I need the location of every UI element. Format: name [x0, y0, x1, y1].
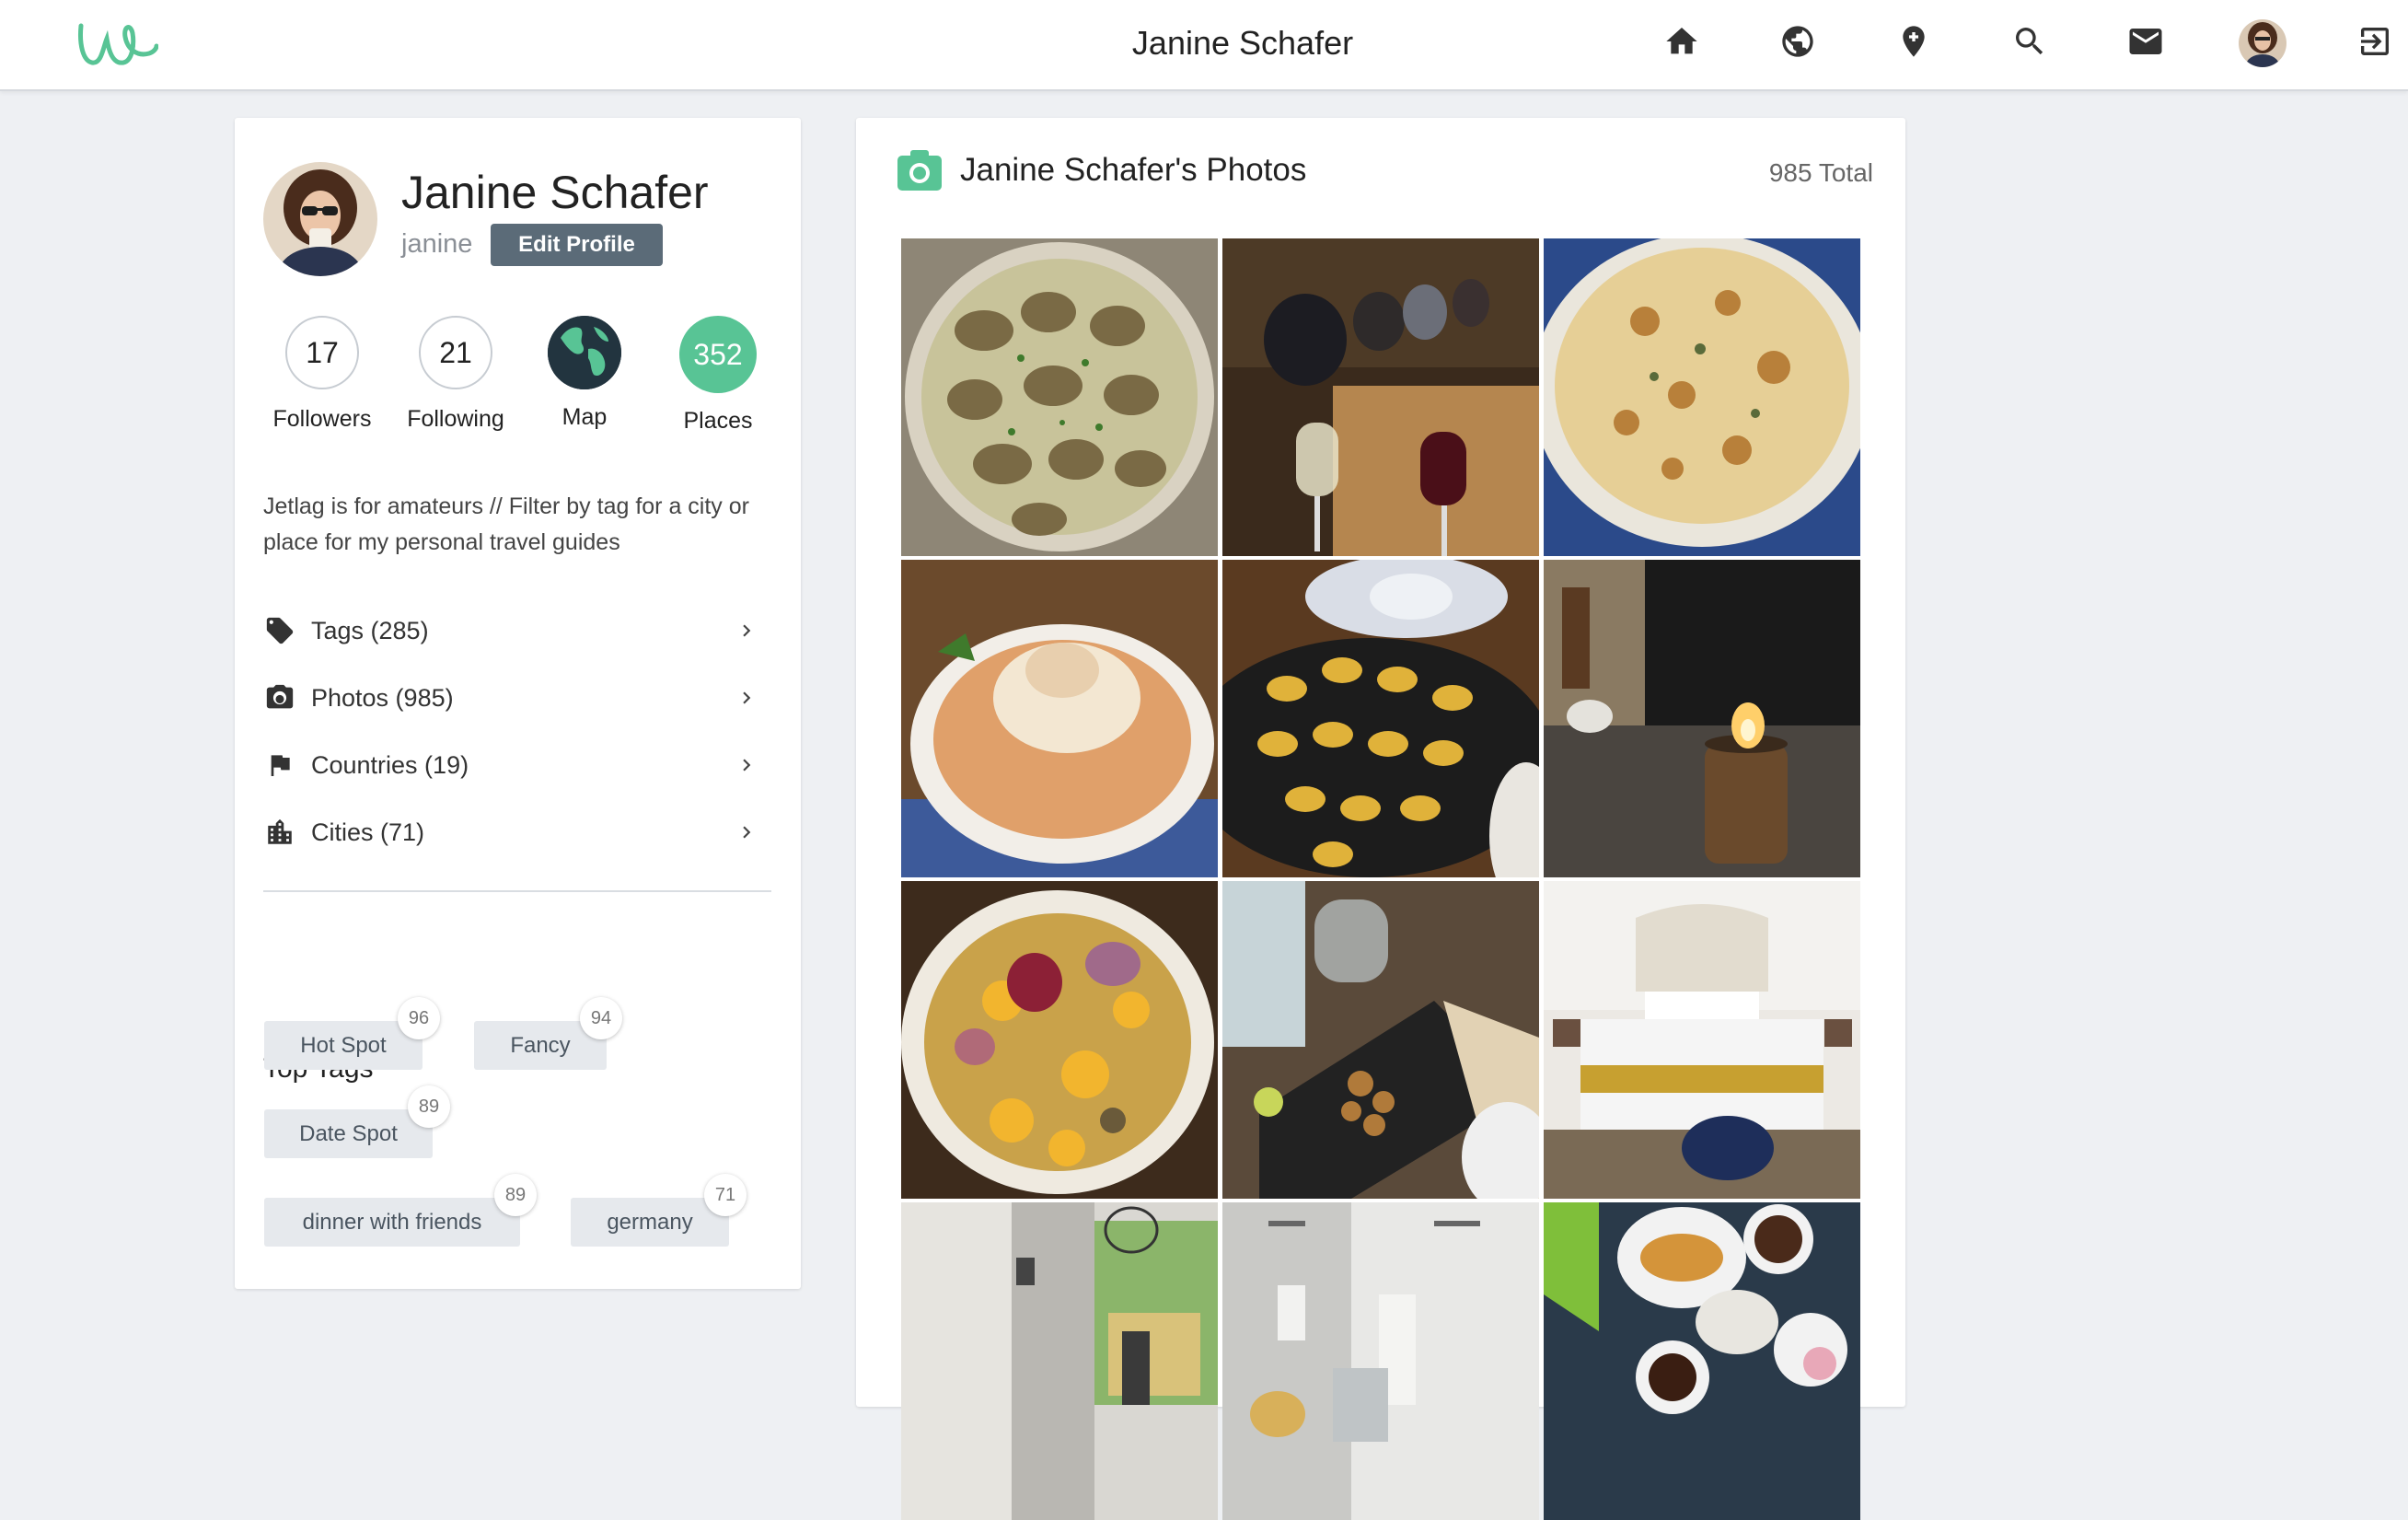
- menu-item-photos[interactable]: Photos (985): [263, 675, 760, 721]
- map-pin-icon[interactable]: [1893, 20, 1935, 63]
- following-count[interactable]: 21: [419, 316, 492, 389]
- places-label: Places: [683, 408, 753, 434]
- tag-chip-hot-spot[interactable]: Hot Spot: [264, 1021, 423, 1070]
- home-icon[interactable]: [1661, 20, 1703, 63]
- photo-thumbnail-breakfast[interactable]: [1544, 1202, 1860, 1520]
- globe-map-icon[interactable]: [548, 316, 621, 389]
- profile-bio: Jetlag is for amateurs // Filter by tag …: [263, 493, 749, 555]
- photo-thumbnail-room-window[interactable]: [901, 1202, 1218, 1520]
- following-stat[interactable]: 21 Following: [387, 316, 525, 433]
- photo-thumbnail-dumplings[interactable]: [901, 238, 1218, 556]
- followers-label: Followers: [272, 406, 372, 432]
- tag-chip-date-spot[interactable]: Date Spot: [264, 1109, 433, 1158]
- avatar[interactable]: [2239, 19, 2286, 67]
- photo-thumbnail-casserole[interactable]: [1544, 238, 1860, 556]
- photo-thumbnail-calamari[interactable]: [1222, 881, 1539, 1199]
- logout-icon[interactable]: [2354, 20, 2396, 63]
- tag-count-badge: 96: [398, 997, 440, 1039]
- flag-icon: [263, 748, 296, 782]
- chevron-right-icon: [733, 818, 760, 846]
- mail-icon[interactable]: [2124, 20, 2167, 63]
- profile-card: Janine Schafer janine Edit Profile 17 Fo…: [235, 118, 801, 1289]
- top-navigation-bar: Janine Schafer: [0, 0, 2408, 91]
- chevron-right-icon: [733, 617, 760, 644]
- followers-count[interactable]: 17: [285, 316, 359, 389]
- app-logo[interactable]: [75, 17, 159, 72]
- map-label: Map: [561, 404, 608, 430]
- places-count[interactable]: 352: [679, 316, 757, 393]
- profile-avatar[interactable]: [263, 162, 377, 276]
- places-stat[interactable]: 352 Places: [649, 316, 787, 435]
- menu-label-cities: Cities (71): [311, 818, 425, 846]
- tag-count-badge: 89: [494, 1174, 537, 1216]
- tag-label: Hot Spot: [300, 1032, 387, 1058]
- menu-label-countries: Countries (19): [311, 750, 469, 779]
- tag-label: dinner with friends: [302, 1209, 482, 1235]
- tag-label: germany: [607, 1209, 693, 1235]
- tag-icon: [263, 614, 296, 647]
- photo-thumbnail-bathroom[interactable]: [1222, 1202, 1539, 1520]
- edit-profile-button[interactable]: Edit Profile: [491, 224, 663, 266]
- map-stat[interactable]: Map: [515, 316, 654, 431]
- page-title: Janine Schafer: [1131, 24, 1354, 62]
- photos-card: Janine Schafer's Photos 985 Total: [856, 118, 1905, 1520]
- tag-count-badge: 89: [408, 1085, 450, 1128]
- chevron-right-icon: [733, 684, 760, 712]
- menu-label-tags: Tags (285): [311, 616, 429, 644]
- search-icon[interactable]: [2009, 20, 2051, 63]
- menu-item-cities[interactable]: Cities (71): [263, 809, 760, 855]
- photo-thumbnail-dessert[interactable]: [901, 560, 1218, 877]
- chevron-right-icon: [733, 751, 760, 779]
- following-label: Following: [407, 406, 504, 432]
- tag-label: Date Spot: [299, 1120, 398, 1146]
- globe-icon[interactable]: [1777, 20, 1819, 63]
- tag-chip-germany[interactable]: germany: [571, 1198, 729, 1247]
- section-divider: [263, 890, 771, 892]
- photo-thumbnail-courtyard[interactable]: [1544, 560, 1860, 877]
- camera-icon: [897, 150, 942, 194]
- tag-chip-dinner-with-friends[interactable]: dinner with friends: [264, 1198, 520, 1247]
- followers-stat[interactable]: 17 Followers: [253, 316, 391, 433]
- photo-thumbnail-roasted-vegetables[interactable]: [901, 881, 1218, 1199]
- tag-count-badge: 71: [704, 1174, 747, 1216]
- camera-icon: [263, 681, 296, 714]
- profile-name: Janine Schafer: [401, 167, 709, 218]
- photo-thumbnail-restaurant[interactable]: [1222, 238, 1539, 556]
- tag-count-badge: 94: [580, 997, 622, 1039]
- city-icon: [263, 816, 296, 849]
- photo-thumbnail-potatoes[interactable]: [1222, 560, 1539, 877]
- menu-item-countries[interactable]: Countries (19): [263, 742, 760, 788]
- photos-total: 985 Total: [1768, 158, 1873, 187]
- tag-label: Fancy: [510, 1032, 571, 1058]
- photo-thumbnail-hotel-room[interactable]: [1544, 881, 1860, 1199]
- menu-label-photos: Photos (985): [311, 683, 454, 712]
- menu-item-tags[interactable]: Tags (285): [263, 608, 760, 654]
- photos-title: Janine Schafer's Photos: [960, 152, 1307, 188]
- profile-username: janine: [401, 229, 473, 259]
